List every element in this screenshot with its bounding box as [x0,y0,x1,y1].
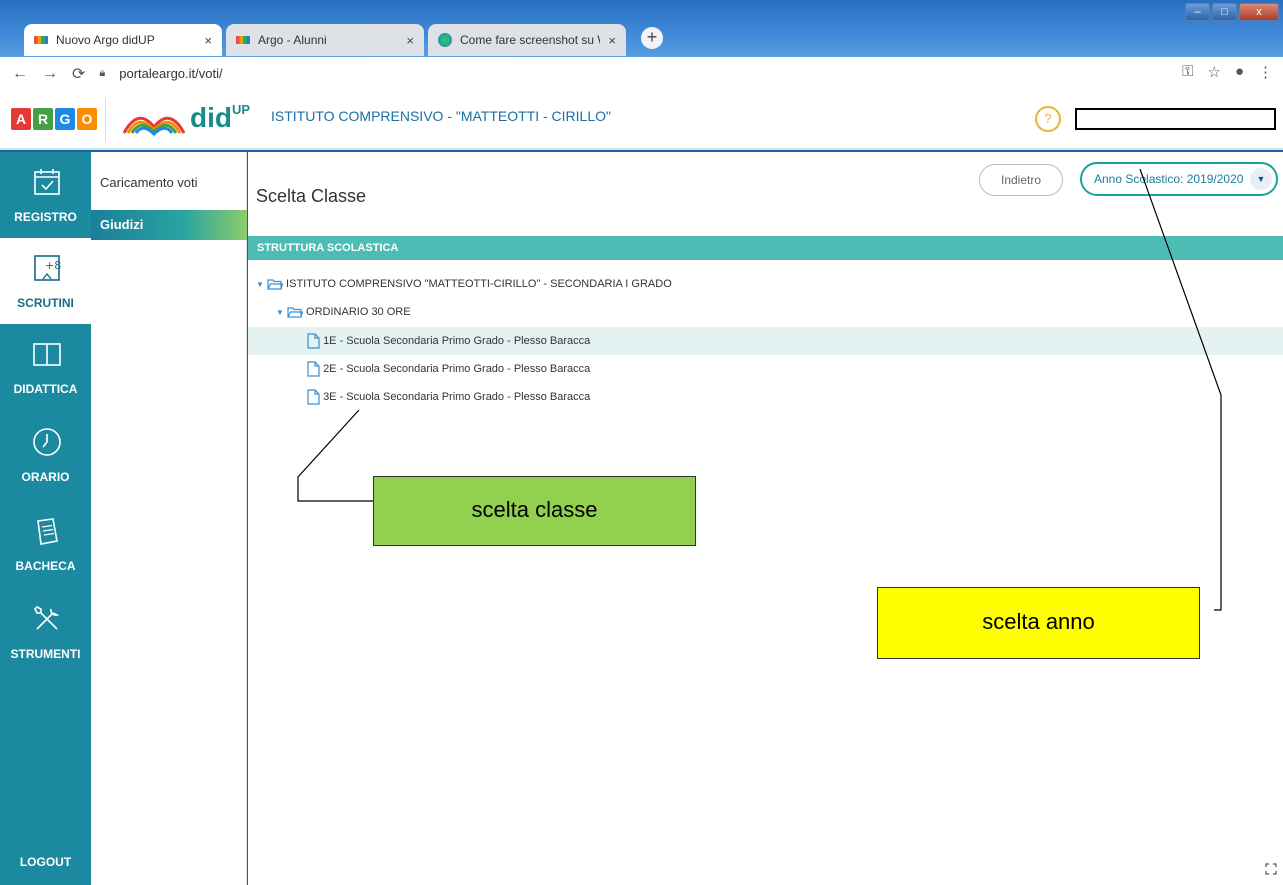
calendar-icon [34,169,60,195]
document-icon [307,361,320,377]
document-icon [307,333,320,349]
argo-favicon-icon [236,36,250,44]
user-name-box[interactable] [1075,108,1276,130]
argo-favicon-icon [34,36,48,44]
key-icon[interactable]: ⚿ [1182,63,1193,81]
class-label: 1E - Scuola Secondaria Primo Grado - Ple… [323,335,591,347]
annotation-year-callout: scelta anno [877,587,1200,659]
close-window-button[interactable]: x [1239,3,1279,21]
submenu-item-caricamento-voti[interactable]: Caricamento voti [91,168,247,198]
sidebar-item-label: STRUMENTI [10,647,81,661]
tab-close-icon[interactable]: × [608,33,616,48]
argo-letter: A [11,108,31,130]
book-icon [33,343,61,366]
sidebar-item-label: DIDATTICA [13,382,78,396]
didup-rainbow-logo-icon [122,116,186,137]
class-label: 2E - Scuola Secondaria Primo Grado - Ple… [323,363,591,375]
product-sup: UP [232,102,251,117]
tab-close-icon[interactable]: × [204,33,212,48]
tree-class-row[interactable]: 1E - Scuola Secondaria Primo Grado - Ple… [248,327,1283,355]
tab-title: Nuovo Argo didUP [56,33,155,47]
section-header: STRUTTURA SCOLASTICA [248,236,1283,260]
tree-node-label: ISTITUTO COMPRENSIVO "MATTEOTTI-CIRILLO"… [286,278,672,290]
argo-letter: G [55,108,75,130]
tree-node-group[interactable]: ▼ ORDINARIO 30 ORE [248,298,1283,326]
grades-icon: +8 [34,255,61,281]
expand-arrow-icon[interactable]: ▼ [256,280,264,289]
tab-title: Argo - Alunni [258,33,327,47]
school-year-label: Anno Scolastico: 2019/2020 [1094,172,1244,186]
tab-close-icon[interactable]: × [406,33,414,48]
header-divider [105,98,106,142]
help-icon[interactable]: ? [1035,106,1061,132]
clock-icon [33,428,61,456]
address-bar[interactable]: portaleargo.it/voti/ [119,66,222,81]
logout-button[interactable]: LOGOUT [0,855,91,869]
tab-strip: Nuovo Argo didUP × Argo - Alunni × Come … [0,0,1283,57]
school-name: ISTITUTO COMPRENSIVO - "MATTEOTTI - CIRI… [271,108,611,124]
menu-dots-icon[interactable]: ⋮ [1258,63,1273,81]
browser-chrome: Nuovo Argo didUP × Argo - Alunni × Come … [0,0,1283,90]
tree-node-label: ORDINARIO 30 ORE [306,306,411,318]
tab-title: Come fare screenshot su Window [460,33,600,47]
argo-logo: A R G O [11,108,97,130]
sidebar-item-label: BACHECA [15,559,76,573]
sidebar-item-scrutini[interactable]: +8 SCRUTINI [0,238,91,324]
tab-screenshot-guide[interactable]: Come fare screenshot su Window × [428,24,626,56]
sidebar-item-bacheca[interactable]: BACHECA [0,501,91,587]
class-label: 3E - Scuola Secondaria Primo Grado - Ple… [323,391,591,403]
fullscreen-icon[interactable] [1265,863,1277,875]
site-favicon-icon [438,33,452,47]
folder-open-icon [267,279,283,290]
bookmark-star-icon[interactable]: ☆ [1207,63,1220,81]
tree-class-row[interactable]: 2E - Scuola Secondaria Primo Grado - Ple… [248,355,1283,383]
sidebar-item-label: REGISTRO [14,210,77,224]
window-controls: – □ x [1185,3,1279,21]
sidebar-item-label: ORARIO [21,470,70,484]
sidebar-item-label: SCRUTINI [17,296,74,310]
main-sidebar: REGISTRO +8 SCRUTINI DIDATTICA ORARIO BA… [0,152,91,885]
reload-icon[interactable]: ⟳ [72,64,85,84]
folder-open-icon [287,307,303,318]
lock-icon[interactable]: 🔒︎ [99,67,105,80]
forward-arrow-icon[interactable]: → [42,65,58,83]
browser-toolbar: ← → ⟳ 🔒︎ portaleargo.it/voti/ ⚿ ☆ ● ⋮ [0,57,1283,90]
tab-argo-alunni[interactable]: Argo - Alunni × [226,24,424,56]
tree-class-row[interactable]: 3E - Scuola Secondaria Primo Grado - Ple… [248,383,1283,411]
school-year-select[interactable]: Anno Scolastico: 2019/2020 ▼ [1080,162,1278,196]
maximize-button[interactable]: □ [1212,3,1237,21]
tab-nuovo-argo-didup[interactable]: Nuovo Argo didUP × [24,24,222,56]
document-icon [307,389,320,405]
sidebar-item-orario[interactable]: ORARIO [0,412,91,498]
annotation-class-callout: scelta classe [373,476,696,546]
tools-icon [34,606,60,630]
sidebar-item-strumenti[interactable]: STRUMENTI [0,589,91,675]
sub-menu: Caricamento voti Giudizi [91,152,247,885]
product-name: did [190,102,232,133]
chevron-down-icon[interactable]: ▼ [1250,168,1272,190]
didup-wordmark: didUP [190,102,250,134]
sidebar-item-registro[interactable]: REGISTRO [0,152,91,238]
profile-icon[interactable]: ● [1235,63,1244,81]
argo-letter: R [33,108,53,130]
tree-node-root[interactable]: ▼ ISTITUTO COMPRENSIVO "MATTEOTTI-CIRILL… [248,270,1283,298]
back-button[interactable]: Indietro [979,164,1063,196]
submenu-item-giudizi[interactable]: Giudizi [91,210,247,240]
back-arrow-icon[interactable]: ← [12,65,28,83]
svg-text:+8: +8 [45,259,61,272]
minimize-button[interactable]: – [1185,3,1210,21]
sidebar-item-didattica[interactable]: DIDATTICA [0,324,91,410]
expand-arrow-icon[interactable]: ▼ [276,308,284,317]
noticeboard-icon [37,518,58,545]
app-header: A R G O didUP ISTITUTO COMPRENSIVO - "MA… [0,90,1283,150]
new-tab-button[interactable]: + [641,27,663,49]
argo-letter: O [77,108,97,130]
page-title: Scelta Classe [256,186,367,206]
